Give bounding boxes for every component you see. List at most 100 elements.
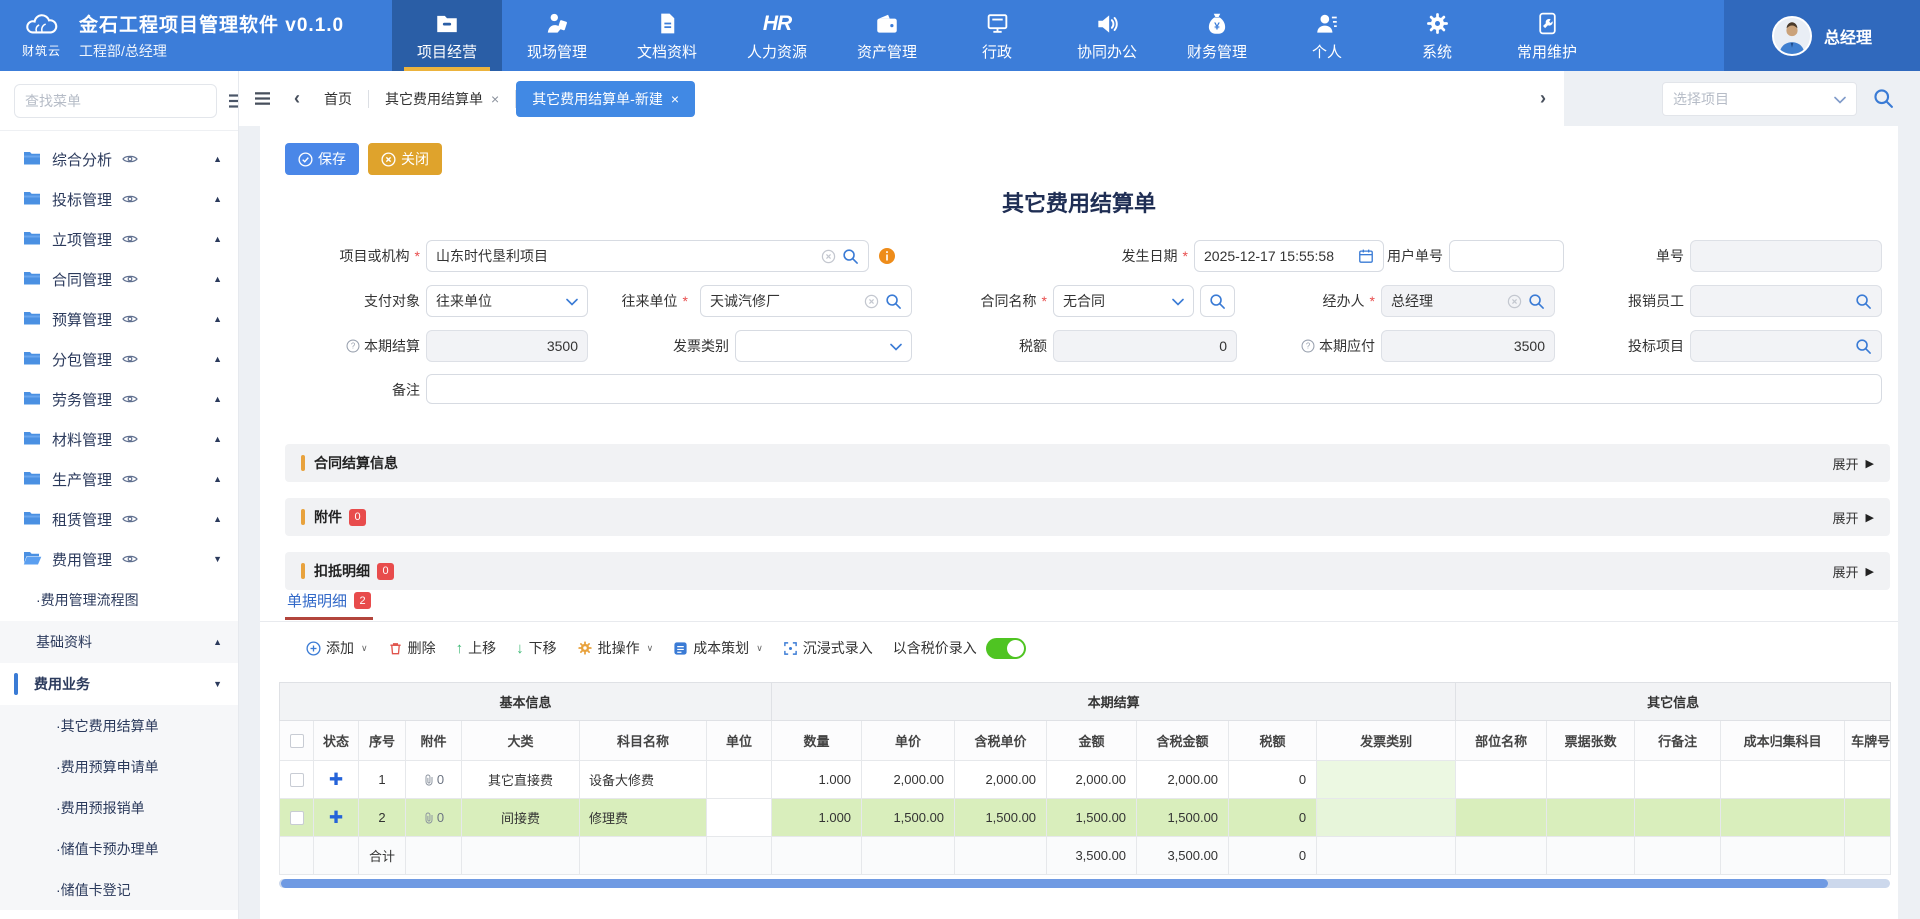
batch-operation-button[interactable]: 批操作∨ — [577, 638, 654, 658]
plate-no-cell[interactable] — [1845, 799, 1891, 837]
section-deduction-detail[interactable]: 扣抵明细 0 展开▶ — [285, 552, 1890, 590]
search-icon[interactable] — [1855, 293, 1872, 310]
eye-icon[interactable] — [122, 551, 138, 567]
part-name-cell[interactable] — [1456, 799, 1547, 837]
price-tax-cell[interactable]: 2,000.00 — [955, 761, 1047, 799]
chevron-up-icon[interactable]: ▲ — [213, 474, 222, 484]
chevron-up-icon[interactable]: ▲ — [213, 514, 222, 524]
nav-item-site-management[interactable]: 现场管理 — [502, 0, 612, 71]
sidebar-item-expense-budget-application[interactable]: ·费用预算申请单 — [0, 746, 238, 787]
close-icon[interactable]: × — [671, 91, 679, 107]
qty-cell[interactable]: 1.000 — [772, 761, 862, 799]
chevron-up-icon[interactable]: ▲ — [213, 234, 222, 244]
tabs-scroll-right-icon[interactable]: › — [1532, 88, 1554, 109]
unit-cell-editing[interactable] — [707, 799, 772, 837]
sidebar-item-materials[interactable]: 材料管理 ▲ — [0, 419, 238, 459]
horizontal-scrollbar-thumb[interactable] — [281, 879, 1828, 888]
ticket-count-cell[interactable] — [1547, 761, 1635, 799]
tax-cell[interactable]: 0 — [1229, 799, 1317, 837]
close-icon[interactable]: × — [491, 91, 499, 107]
category-cell[interactable]: 间接费 — [462, 799, 580, 837]
menu-search-input[interactable] — [14, 84, 217, 118]
remark-field[interactable] — [426, 374, 1882, 404]
tab-detail-lines[interactable]: 单据明细 2 — [285, 590, 373, 620]
chevron-down-icon[interactable]: ▼ — [213, 554, 222, 564]
table-row[interactable]: ✚ 1 0 其它直接费 设备大修费 1.000 2,000.00 2,000.0… — [280, 761, 1891, 799]
nav-item-collaboration[interactable]: 协同办公 — [1052, 0, 1162, 71]
row-checkbox[interactable] — [290, 773, 304, 787]
move-up-button[interactable]: ↑ 上移 — [456, 638, 497, 658]
tab-other-expense-settlement[interactable]: 其它费用结算单 × — [369, 81, 515, 117]
sidebar-item-production[interactable]: 生产管理 ▲ — [0, 459, 238, 499]
sidebar-item-expense-pre-reimbursement[interactable]: ·费用预报销单 — [0, 787, 238, 828]
nav-item-maintenance[interactable]: 常用维护 — [1492, 0, 1602, 71]
chevron-up-icon[interactable]: ▲ — [213, 354, 222, 364]
chevron-up-icon[interactable]: ▲ — [213, 314, 222, 324]
invoice-type-cell[interactable] — [1317, 799, 1456, 837]
sidebar-item-expense-flowchart[interactable]: ·费用管理流程图 — [0, 579, 238, 621]
amount-tax-cell[interactable]: 1,500.00 — [1137, 799, 1229, 837]
row-select-cell[interactable] — [280, 799, 314, 837]
chevron-down-icon[interactable]: ▼ — [213, 679, 222, 689]
section-attachments[interactable]: 附件 0 展开▶ — [285, 498, 1890, 536]
eye-icon[interactable] — [122, 471, 138, 487]
chevron-up-icon[interactable]: ▲ — [213, 637, 222, 647]
tabs-scroll-left-icon[interactable]: ‹ — [286, 88, 308, 109]
sidebar-item-budget[interactable]: 预算管理 ▲ — [0, 299, 238, 339]
nav-item-project-operation[interactable]: 项目经营 — [392, 0, 502, 71]
vendor-input[interactable] — [710, 293, 858, 309]
sidebar-item-expense-business[interactable]: 费用业务 ▼ — [0, 663, 238, 705]
clear-icon[interactable] — [821, 249, 836, 264]
horizontal-scrollbar-track[interactable] — [279, 879, 1890, 888]
sidebar-item-leasing[interactable]: 租赁管理 ▲ — [0, 499, 238, 539]
contract-select[interactable]: 无合同 — [1053, 285, 1194, 317]
sidebar-item-subcontracting[interactable]: 分包管理 ▲ — [0, 339, 238, 379]
eye-icon[interactable] — [122, 431, 138, 447]
nav-item-hr[interactable]: HR 人力资源 — [722, 0, 832, 71]
handler-field[interactable]: 总经理 — [1381, 285, 1555, 317]
price-tax-cell[interactable]: 1,500.00 — [955, 799, 1047, 837]
save-button[interactable]: 保存 — [285, 143, 359, 175]
eye-icon[interactable] — [122, 231, 138, 247]
ticket-count-cell[interactable] — [1547, 799, 1635, 837]
sidebar-item-comprehensive-analysis[interactable]: 综合分析 ▲ — [0, 139, 238, 179]
invoice-type-cell[interactable] — [1317, 761, 1456, 799]
price-cell[interactable]: 1,500.00 — [862, 799, 955, 837]
chevron-up-icon[interactable]: ▲ — [213, 154, 222, 164]
nav-item-personal[interactable]: 个人 — [1272, 0, 1382, 71]
section-contract-settlement[interactable]: 合同结算信息 展开▶ — [285, 444, 1890, 482]
sidebar-item-contracts[interactable]: 合同管理 ▲ — [0, 259, 238, 299]
sidebar-item-base-data[interactable]: 基础资料 ▲ — [0, 621, 238, 663]
price-cell[interactable]: 2,000.00 — [862, 761, 955, 799]
expand-control[interactable]: 展开▶ — [1833, 562, 1874, 581]
toggle-on-switch[interactable] — [986, 638, 1026, 659]
delete-row-button[interactable]: 删除 — [388, 638, 436, 658]
amount-cell[interactable]: 1,500.00 — [1047, 799, 1137, 837]
unit-cell[interactable] — [707, 761, 772, 799]
chevron-up-icon[interactable]: ▲ — [213, 194, 222, 204]
move-down-button[interactable]: ↓ 下移 — [516, 638, 557, 658]
attach-cell[interactable]: 0 — [406, 761, 462, 799]
eye-icon[interactable] — [122, 151, 138, 167]
attach-cell[interactable]: 0 — [406, 799, 462, 837]
remark-input[interactable] — [436, 381, 1872, 397]
eye-icon[interactable] — [122, 271, 138, 287]
subject-cell[interactable]: 设备大修费 — [580, 761, 707, 799]
part-name-cell[interactable] — [1456, 761, 1547, 799]
select-all-checkbox[interactable] — [290, 734, 304, 748]
category-cell[interactable]: 其它直接费 — [462, 761, 580, 799]
chevron-up-icon[interactable]: ▲ — [213, 434, 222, 444]
nav-item-system[interactable]: 系统 — [1382, 0, 1492, 71]
row-checkbox[interactable] — [290, 811, 304, 825]
chevron-up-icon[interactable]: ▲ — [213, 394, 222, 404]
vendor-field[interactable] — [700, 285, 912, 317]
cost-subject-cell[interactable] — [1721, 761, 1845, 799]
header-select-all[interactable] — [280, 721, 314, 761]
clear-icon[interactable] — [864, 294, 879, 309]
sidebar-item-stored-card-registration[interactable]: ·储值卡登记 — [0, 869, 238, 910]
tab-other-expense-settlement-new[interactable]: 其它费用结算单-新建 × — [516, 81, 695, 117]
plate-no-cell[interactable] — [1845, 761, 1891, 799]
sidebar-item-other-expense-settlement[interactable]: ·其它费用结算单 — [0, 705, 238, 746]
invoice-select[interactable] — [735, 330, 912, 362]
menu-collapse-icon[interactable] — [227, 93, 239, 109]
